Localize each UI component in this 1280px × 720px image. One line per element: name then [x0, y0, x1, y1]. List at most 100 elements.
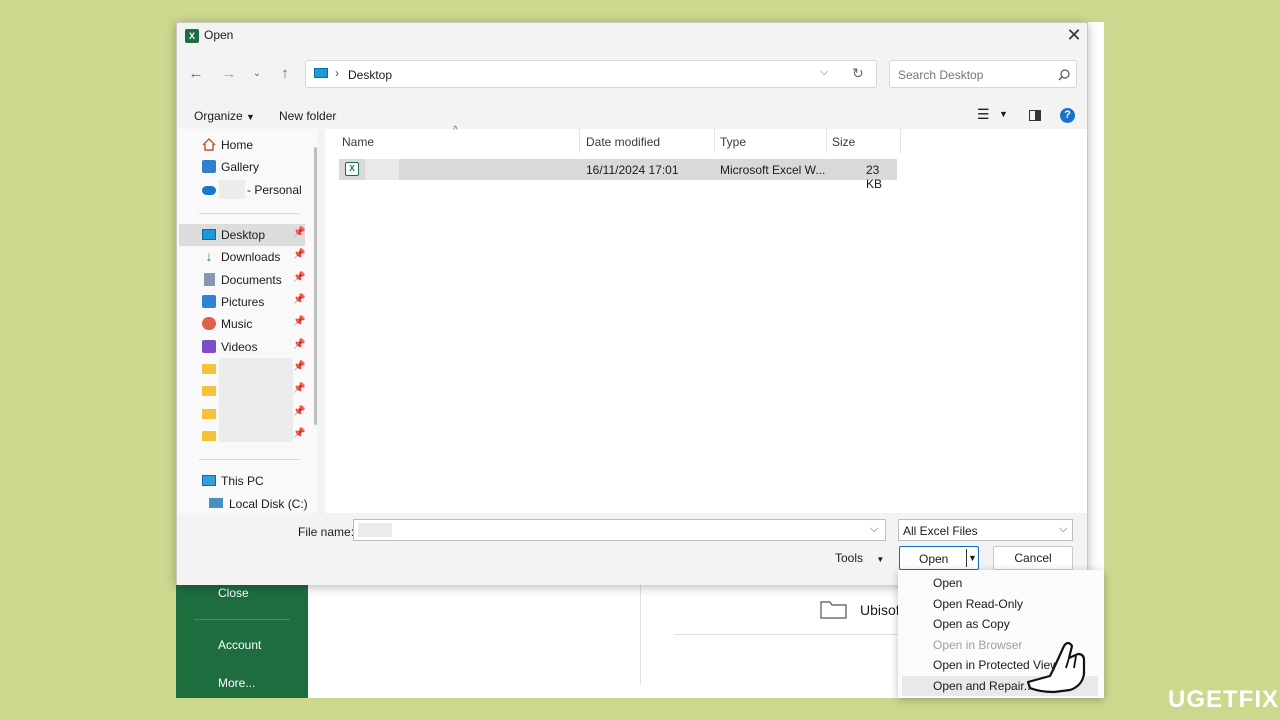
pin-icon[interactable]: 📌 [293, 428, 305, 439]
column-divider[interactable] [900, 129, 901, 153]
command-bar: Organize ▼ New folder ☰ ▼ ? [177, 103, 1087, 129]
pin-icon[interactable]: 📌 [293, 383, 305, 394]
menu-item-open[interactable]: Open [933, 576, 962, 590]
close-button[interactable]: ✕ [1061, 23, 1087, 49]
nav-item-folder[interactable]: 📌 [179, 358, 305, 380]
nav-item-documents[interactable]: Documents 📌 [179, 269, 305, 291]
column-divider[interactable] [826, 129, 827, 153]
menu-item-open-in-browser: Open in Browser [933, 638, 1023, 652]
nav-label: Desktop [221, 228, 266, 242]
open-button[interactable]: Open ▼ [899, 546, 979, 570]
file-type-filter[interactable]: All Excel Files ⌵ [898, 519, 1073, 541]
breadcrumb-separator-icon: › [335, 66, 339, 80]
nav-item-music[interactable]: Music 📌 [179, 313, 305, 335]
back-arrow-icon[interactable]: ← [185, 63, 207, 85]
nav-item-folder[interactable]: 📌 [179, 425, 305, 447]
search-input[interactable]: Search Desktop [889, 60, 1077, 88]
pin-icon[interactable]: 📌 [293, 227, 305, 238]
nav-item-pictures[interactable]: Pictures 📌 [179, 291, 305, 313]
nav-item-videos[interactable]: Videos 📌 [179, 336, 305, 358]
new-folder-button[interactable]: New folder [279, 109, 336, 123]
backstage-close[interactable]: Close [218, 586, 249, 600]
search-icon [1058, 69, 1070, 81]
dialog-titlebar: X Open ✕ [177, 23, 1087, 49]
redacted-account-name [219, 180, 245, 199]
pictures-icon [202, 295, 216, 308]
folder-icon [820, 601, 847, 619]
pin-icon[interactable]: 📌 [293, 272, 305, 283]
open-options-arrow-icon[interactable]: ▼ [968, 553, 977, 563]
folder-icon [202, 364, 216, 374]
column-divider[interactable] [579, 129, 580, 153]
backstage-account[interactable]: Account [218, 638, 261, 652]
pin-icon[interactable]: 📌 [293, 294, 305, 305]
desktop-icon [202, 229, 216, 240]
column-divider[interactable] [714, 129, 715, 153]
column-header-type[interactable]: Type [720, 135, 746, 149]
file-name-input[interactable]: ⌵ [353, 519, 886, 541]
forward-arrow-icon[interactable]: → [218, 63, 240, 85]
cancel-button[interactable]: Cancel [993, 546, 1073, 570]
navigation-pane: Home Gallery - Personal Desktop 📌 ↓ Down… [177, 129, 317, 513]
backstage-more[interactable]: More... [218, 676, 255, 690]
column-header-size[interactable]: Size [832, 135, 855, 149]
nav-label: Documents [221, 273, 282, 287]
split-divider [966, 549, 967, 567]
nav-item-this-pc[interactable]: This PC [179, 470, 305, 492]
address-bar[interactable]: › Desktop ⌵ ↻ [305, 60, 877, 88]
open-button-label: Open [919, 552, 949, 566]
nav-item-onedrive[interactable]: - Personal [179, 179, 305, 201]
nav-label: Music [221, 317, 253, 331]
menu-item-open-and-repair[interactable]: Open and Repair... [933, 679, 1034, 693]
pin-icon[interactable]: 📌 [293, 316, 305, 327]
recent-locations-chevron-icon[interactable]: ⌄ [246, 63, 268, 85]
table-row[interactable]: X 16/11/2024 17:01 Microsoft Excel W... … [339, 159, 897, 191]
refresh-icon[interactable]: ↻ [852, 65, 864, 82]
nav-divider [199, 213, 299, 214]
view-dropdown-icon[interactable]: ▼ [999, 109, 1008, 119]
menu-item-open-read-only[interactable]: Open Read-Only [933, 597, 1023, 611]
tools-label: Tools [835, 551, 864, 565]
pin-icon[interactable]: 📌 [293, 406, 305, 417]
preview-pane-icon[interactable] [1029, 110, 1041, 121]
search-placeholder: Search Desktop [898, 68, 984, 82]
pin-icon[interactable]: 📌 [293, 361, 305, 372]
nav-item-downloads[interactable]: ↓ Downloads 📌 [179, 246, 306, 268]
nav-scrollbar[interactable] [314, 147, 317, 425]
pin-icon[interactable]: 📌 [293, 249, 305, 260]
drive-icon [209, 498, 223, 508]
nav-item-gallery[interactable]: Gallery [179, 156, 305, 178]
desktop-icon [314, 68, 328, 78]
folder-icon [202, 386, 216, 396]
column-header-date[interactable]: Date modified [586, 135, 660, 149]
nav-item-folder[interactable]: 📌 [179, 403, 305, 425]
redacted-file-name [365, 159, 399, 180]
excel-file-icon: X [345, 162, 359, 176]
breadcrumb-desktop[interactable]: Desktop [348, 68, 392, 82]
nav-item-desktop[interactable]: Desktop 📌 [179, 224, 305, 246]
nav-item-folder[interactable]: 📌 [179, 380, 305, 402]
pin-icon[interactable]: 📌 [293, 339, 305, 350]
nav-item-home[interactable]: Home [179, 134, 305, 156]
home-icon [202, 138, 216, 151]
view-options-icon[interactable]: ☰ [977, 106, 990, 123]
chevron-down-icon: ▼ [246, 112, 255, 122]
watermark-logo: UGETFIX [1168, 686, 1280, 713]
nav-label: - Personal [247, 183, 302, 197]
file-list: ^ Name Date modified Type Size X 16/11/2… [325, 125, 1087, 513]
nav-divider [199, 459, 299, 460]
column-header-name[interactable]: Name [342, 135, 374, 149]
chevron-down-icon: ▼ [876, 555, 885, 564]
file-date: 16/11/2024 17:01 [586, 163, 679, 177]
divider [640, 585, 641, 685]
chevron-down-icon: ⌵ [1059, 523, 1068, 535]
organize-button[interactable]: Organize ▼ [194, 109, 255, 123]
tools-button[interactable]: Tools ▼ [835, 551, 884, 565]
menu-item-open-as-copy[interactable]: Open as Copy [933, 617, 1010, 631]
help-icon[interactable]: ? [1060, 108, 1075, 123]
nav-item-local-disk[interactable]: Local Disk (C:) [179, 493, 308, 515]
nav-label: Downloads [221, 250, 281, 264]
chevron-down-icon[interactable]: ⌵ [870, 523, 878, 536]
address-dropdown-icon[interactable]: ⌵ [820, 66, 828, 79]
up-arrow-icon[interactable]: ↑ [274, 63, 296, 85]
